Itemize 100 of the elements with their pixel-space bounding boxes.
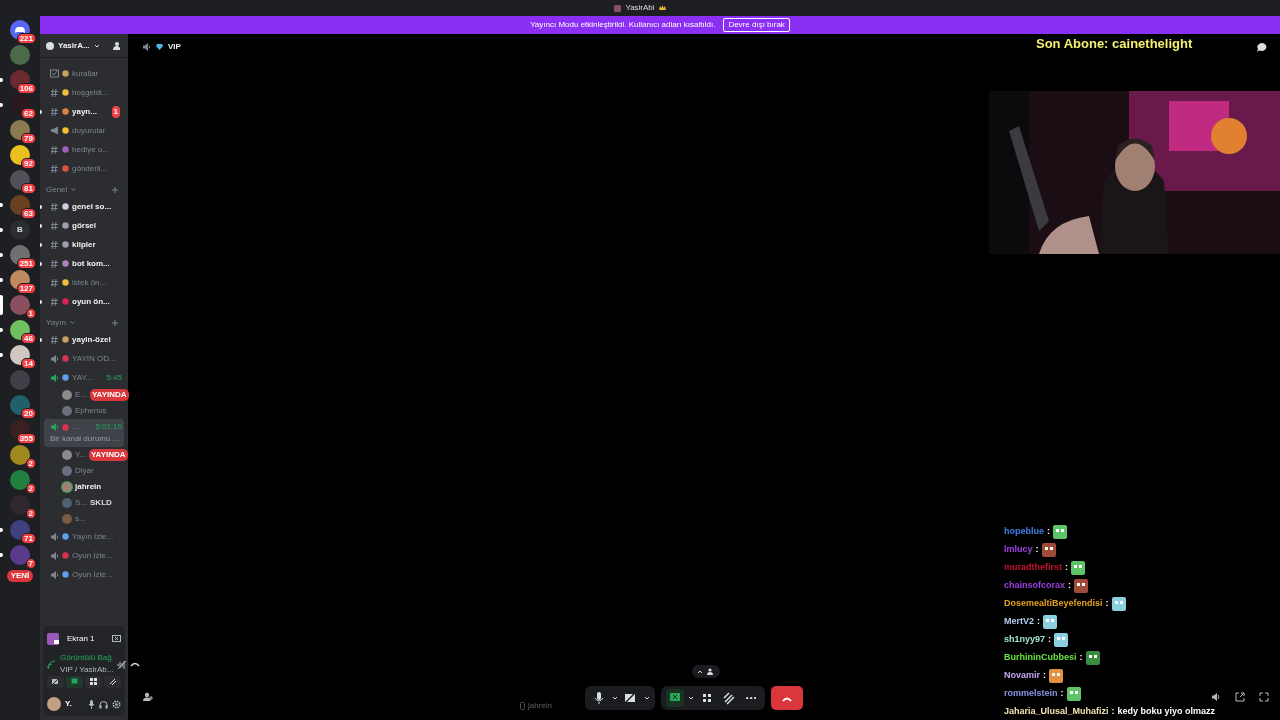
noise-suppression-icon[interactable] <box>117 659 127 669</box>
chat-username: chainsofcorax <box>1004 579 1066 593</box>
microphone-icon[interactable] <box>88 699 95 709</box>
category-label[interactable]: Genel <box>46 183 68 196</box>
chat-separator: : <box>1111 705 1115 719</box>
server-name[interactable]: YasirA... <box>58 39 90 52</box>
emoji-icon <box>62 108 69 115</box>
user-name[interactable]: Ephenus <box>75 405 107 417</box>
chat-username: BurhininCubbesi <box>1004 651 1077 665</box>
chevron-down-icon[interactable] <box>93 43 100 48</box>
emoji-icon <box>62 533 69 540</box>
emote-icon <box>1111 597 1126 611</box>
channel-name[interactable]: yayin-özel <box>72 333 111 346</box>
channel-name[interactable]: hoşgeldi... <box>72 86 109 99</box>
chat-separator: : <box>1037 615 1040 629</box>
invite-icon[interactable] <box>113 41 122 50</box>
channel-name[interactable]: duyurular <box>72 124 106 137</box>
activities-button[interactable] <box>85 676 102 688</box>
invite-icon[interactable] <box>143 692 153 701</box>
settings-icon[interactable] <box>112 699 121 709</box>
channel-name[interactable]: istek ön... <box>72 276 107 289</box>
user-name[interactable]: jahrein <box>75 481 102 493</box>
chevron-down-icon[interactable] <box>688 696 694 700</box>
chat-separator: : <box>1035 543 1039 557</box>
channel-name[interactable]: oyun ön... <box>72 295 110 308</box>
user-name[interactable]: s... <box>75 513 86 525</box>
chevron-down-icon[interactable] <box>612 696 618 700</box>
user-name[interactable]: Y... <box>75 449 86 461</box>
emoji-icon <box>62 241 69 248</box>
headphones-icon[interactable] <box>99 699 108 709</box>
disable-button[interactable]: Devre dışı bırak <box>723 18 790 32</box>
channel-name[interactable]: bot kom... <box>72 257 110 270</box>
plus-icon[interactable] <box>112 186 118 193</box>
hash-icon <box>50 221 59 230</box>
screen-share-button[interactable] <box>666 689 684 707</box>
chevron-down-icon[interactable] <box>644 696 650 700</box>
soundboard-button[interactable] <box>104 676 121 688</box>
voice-channel-icon <box>142 42 151 52</box>
chat-username: DosemealtiBeyefendisi <box>1004 597 1103 611</box>
screen-share-button[interactable] <box>66 676 83 688</box>
popout-icon[interactable] <box>1235 692 1245 702</box>
channel-name[interactable]: Yayın İzle... <box>72 530 114 543</box>
mention-count: 1 <box>111 105 120 118</box>
channel-name[interactable]: Oyun İzle... <box>72 549 113 562</box>
voice-location[interactable]: VIP / YasirAb... <box>60 664 114 676</box>
emote-icon <box>1066 687 1081 701</box>
emote-icon <box>1085 651 1100 665</box>
channel-name[interactable]: hediye o... <box>72 143 109 156</box>
channel-name[interactable]: genel so... <box>72 200 112 213</box>
emoji-icon <box>62 571 69 578</box>
unread-count: 14 <box>21 358 36 369</box>
channel-name[interactable]: yayn... <box>72 105 97 118</box>
chat-separator: : <box>1047 525 1050 539</box>
channel-name[interactable]: ... <box>72 421 79 433</box>
stop-stream-icon[interactable] <box>112 634 121 643</box>
disconnect-icon[interactable] <box>130 661 141 667</box>
emoji-icon <box>62 355 69 362</box>
chat-username: sh1nyy97 <box>1004 633 1046 647</box>
channel-name[interactable]: YAY... <box>72 371 93 384</box>
leave-call-button[interactable] <box>771 686 803 710</box>
chat-separator: : <box>1060 687 1064 701</box>
chat-separator: : <box>1043 669 1046 683</box>
volume-icon[interactable] <box>1211 692 1221 702</box>
hash-icon <box>50 335 59 344</box>
emoji-icon <box>62 279 69 286</box>
user-name[interactable]: Diyar <box>75 465 94 477</box>
clan-tag: SKLD <box>90 497 112 509</box>
channel-name[interactable]: Oyun İzle... <box>72 568 113 581</box>
emoji-icon <box>62 146 69 153</box>
chat-username: lmlucy <box>1004 543 1033 557</box>
user-name[interactable]: E... <box>75 389 87 401</box>
hang-up-icon <box>782 695 792 702</box>
chat-icon[interactable] <box>1257 43 1267 52</box>
fullscreen-icon[interactable] <box>1259 692 1269 702</box>
connection-status: Görüntülü Bağ <box>60 652 113 664</box>
hash-icon <box>50 259 59 268</box>
emoji-icon <box>62 336 69 343</box>
chat-separator: : <box>1068 579 1072 593</box>
hash-icon <box>50 107 59 116</box>
channel-name[interactable]: kurallar <box>72 67 99 80</box>
emoji-icon <box>62 374 69 381</box>
plus-icon[interactable] <box>112 319 118 326</box>
hash-icon <box>50 297 59 306</box>
new-unreads-pill[interactable]: YENİ <box>6 570 34 582</box>
participants-button[interactable] <box>692 665 720 678</box>
channel-name[interactable]: YAYIN OD... <box>72 352 116 365</box>
category-label[interactable]: Yayın <box>46 316 66 329</box>
stream-title: Ekran 1 <box>67 632 95 645</box>
emoji-icon <box>62 70 69 77</box>
user-name[interactable]: S... <box>75 497 87 509</box>
emoji-icon <box>62 203 69 210</box>
camera-off-button[interactable] <box>47 676 64 688</box>
chat-message: kedy boku yiyo olmazz <box>1117 705 1216 719</box>
channel-name[interactable]: görsel <box>72 219 96 232</box>
chat-username: MertV2 <box>1004 615 1034 629</box>
unread-count: 71 <box>21 533 36 544</box>
channel-name[interactable]: gönderil... <box>72 162 108 175</box>
channel-name[interactable]: klipler <box>72 238 96 251</box>
server-button[interactable]: B <box>10 220 30 240</box>
chevron-down-icon <box>69 321 75 324</box>
